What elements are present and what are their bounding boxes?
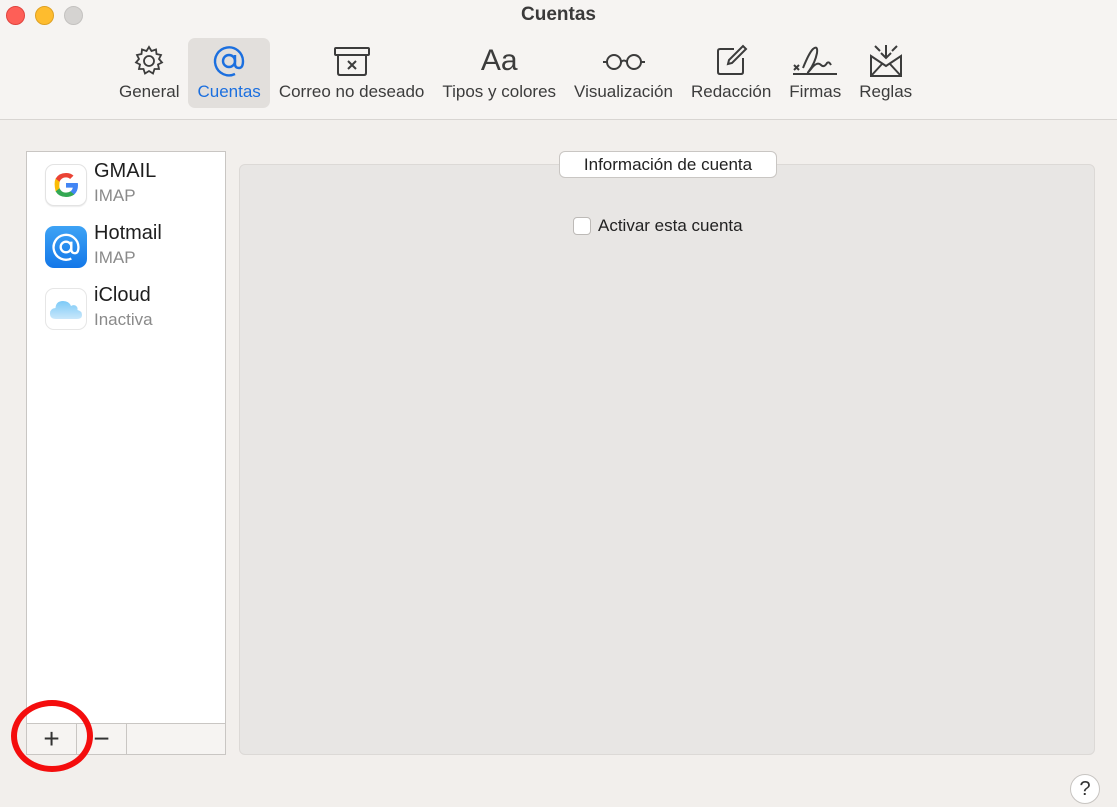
activate-account-control[interactable]: Activar esta cuenta: [573, 216, 743, 236]
tab-general-label: General: [119, 82, 180, 101]
icloud-icon: [45, 288, 87, 330]
tab-cuentas-label: Cuentas: [197, 82, 261, 101]
tab-firmas[interactable]: Firmas: [780, 38, 850, 108]
account-type: Inactiva: [94, 310, 153, 329]
title-bar: Cuentas General Cuentas Correo no desead…: [0, 0, 1117, 120]
at-icon: [211, 41, 247, 81]
tab-tipos-y-colores[interactable]: Aa Tipos y colores: [433, 38, 565, 108]
account-row-icloud[interactable]: iCloud Inactiva: [27, 276, 225, 338]
tab-firmas-label: Firmas: [789, 82, 842, 101]
hotmail-icon: [45, 226, 87, 268]
signature-icon: [791, 41, 839, 81]
compose-icon: [714, 41, 748, 81]
account-type: IMAP: [94, 186, 136, 205]
tab-cuentas[interactable]: Cuentas: [188, 38, 270, 108]
google-icon: [45, 164, 87, 206]
window-title: Cuentas: [521, 4, 596, 25]
tab-redaccion-label: Redacción: [690, 82, 772, 101]
tab-general[interactable]: General: [110, 38, 188, 108]
junk-bin-icon: [333, 41, 371, 81]
account-row-gmail[interactable]: GMAIL IMAP: [27, 152, 225, 214]
tab-reglas-label: Reglas: [859, 82, 913, 101]
tab-correo-no-deseado-label: Correo no deseado: [278, 82, 425, 101]
tab-tipos-y-colores-label: Tipos y colores: [442, 82, 557, 101]
tab-correo-no-deseado[interactable]: Correo no deseado: [270, 38, 434, 108]
tab-informacion-de-cuenta[interactable]: Información de cuenta: [559, 151, 777, 178]
font-icon: Aa: [480, 44, 518, 77]
account-info-panel: [239, 164, 1095, 755]
account-name: iCloud: [94, 284, 151, 306]
gear-icon: [132, 41, 166, 81]
account-list[interactable]: GMAIL IMAP Hotmail IMAP iCloud Inactiva: [26, 151, 226, 724]
help-button[interactable]: ?: [1070, 774, 1100, 804]
account-name: GMAIL: [94, 160, 157, 182]
glasses-icon: [602, 41, 646, 81]
tab-visualizacion-label: Visualización: [574, 82, 673, 101]
account-row-hotmail[interactable]: Hotmail IMAP: [27, 214, 225, 276]
account-type: IMAP: [94, 248, 136, 267]
rules-envelope-icon: [867, 41, 905, 81]
activate-account-label: Activar esta cuenta: [598, 216, 743, 235]
highlight-circle-annotation: [11, 700, 93, 772]
tab-reglas[interactable]: Reglas: [850, 38, 921, 108]
tab-redaccion[interactable]: Redacción: [682, 38, 780, 108]
preferences-toolbar: General Cuentas Correo no deseado Aa Tip…: [110, 38, 921, 108]
tab-visualizacion[interactable]: Visualización: [565, 38, 682, 108]
account-name: Hotmail: [94, 222, 162, 244]
activate-account-checkbox[interactable]: [573, 217, 591, 235]
